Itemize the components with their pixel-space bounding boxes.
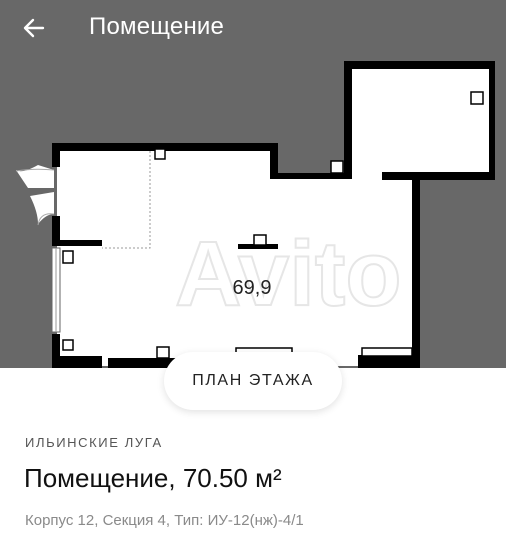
app-bar: Помещение: [0, 0, 506, 56]
avito-watermark: Avito: [175, 223, 402, 325]
listing-details: Корпус 12, Секция 4, Тип: ИУ-12(нж)-4/1: [25, 512, 304, 529]
listing-title: Помещение, 70.50 м²: [24, 463, 282, 493]
floor-plan-button[interactable]: ПЛАН ЭТАЖА: [164, 352, 342, 410]
floor-plan-header: Avito 69,9 Помещение: [0, 0, 506, 368]
arrow-left-icon: [23, 18, 45, 38]
door-icon: [15, 165, 55, 226]
back-button[interactable]: [14, 10, 54, 46]
window: [51, 247, 61, 333]
complex-name: ИЛЬИНСКИЕ ЛУГА: [25, 435, 163, 450]
room-area-label: 69,9: [232, 277, 272, 299]
page-title: Помещение: [89, 13, 225, 40]
